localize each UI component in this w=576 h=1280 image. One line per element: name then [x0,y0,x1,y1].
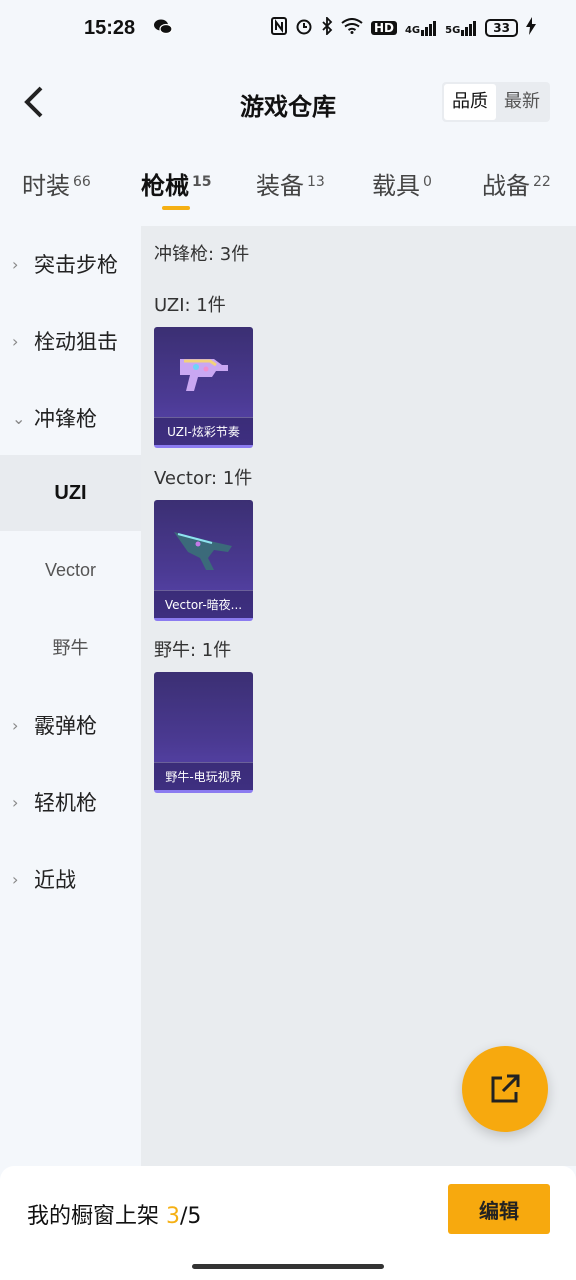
chevron-left-icon [24,86,43,118]
tab-vehicles[interactable]: 载具 0 [372,166,432,201]
item-card-uzi[interactable]: UZI-炫彩节奏 [154,327,253,448]
chevron-right-icon: › [12,331,19,351]
section-title: 冲锋枪: 3件 [154,244,250,265]
uzi-skin-image [180,359,228,391]
4g-signal-icon: 4G [405,20,437,36]
item-name: UZI-炫彩节奏 [154,417,253,445]
bluetooth-icon [321,15,333,39]
battery-icon: 33 [485,19,518,37]
wechat-icon [153,18,173,39]
alarm-icon [295,17,313,39]
sidebar-item-shotgun[interactable]: › 霰弹枪 [12,687,97,763]
sort-switch: 品质 最新 [442,82,550,122]
tab-firearms[interactable]: 枪械 15 [141,166,211,201]
tab-count: 13 [307,174,325,190]
charging-icon [526,17,536,39]
tab-fashion[interactable]: 时装 66 [22,166,91,201]
chevron-down-icon: ⌄ [12,408,26,428]
weapon-category-sidebar: › 突击步枪 › 栓动狙击 ⌄ 冲锋枪 UZI Vector 野牛 › 霰弹枪 › 轻机枪… [0,226,141,1166]
page-title: 游戏仓库 [240,92,336,121]
sidebar-item-smg[interactable]: ⌄ 冲锋枪 [12,380,97,456]
wifi-icon [341,18,363,38]
chevron-right-icon: › [12,254,19,274]
5g-signal-icon: 5G [445,20,477,36]
chevron-right-icon: › [12,715,19,735]
nfc-icon [270,17,287,39]
sidebar-item-bolt-sniper[interactable]: › 栓动狙击 [12,303,118,379]
status-time: 15:28 [84,16,136,39]
item-name: Vector-暗夜... [154,590,253,618]
tab-count: 22 [533,174,551,190]
item-grid: 冲锋枪: 3件 UZI: 1件 UZI-炫彩节奏 Vector: 1件 Vect… [141,226,576,1166]
sidebar-item-melee[interactable]: › 近战 [12,841,76,917]
bottom-bar: 我的橱窗上架 3/5 编辑 [0,1166,576,1280]
app-header: 游戏仓库 品质 最新 [0,56,576,152]
tab-supplies[interactable]: 战备 22 [482,166,551,201]
edit-button[interactable]: 编辑 [448,1184,550,1234]
item-card-bison[interactable]: 野牛-电玩视界 [154,672,253,793]
status-bar: 15:28 HD 4G 5G 33 [0,0,576,56]
tab-count: 66 [73,174,91,190]
item-card-vector[interactable]: Vector-暗夜... [154,500,253,621]
group-label-vector: Vector: 1件 [154,468,253,489]
active-tab-indicator [162,206,190,210]
sort-option-latest[interactable]: 最新 [496,84,548,120]
share-button[interactable] [462,1046,548,1132]
home-indicator[interactable] [192,1264,384,1269]
item-name: 野牛-电玩视界 [154,762,253,790]
chevron-right-icon: › [12,792,19,812]
showcase-status: 我的橱窗上架 3/5 [27,1204,202,1229]
tab-count: 15 [192,174,212,190]
group-label-uzi: UZI: 1件 [154,295,226,316]
group-label-bison: 野牛: 1件 [154,640,232,661]
sidebar-item-assault-rifle[interactable]: › 突击步枪 [12,226,118,302]
category-tabs: 时装 66 枪械 15 装备 13 载具 0 战备 22 [0,152,576,224]
hd-icon: HD [370,21,397,35]
tab-count: 0 [423,174,432,190]
sort-option-quality[interactable]: 品质 [444,84,496,120]
status-icons: HD 4G 5G 33 [270,15,536,39]
sidebar-subitem-bison[interactable]: 野牛 [0,609,141,685]
tab-equipment[interactable]: 装备 13 [256,166,325,201]
back-button[interactable] [14,80,54,124]
sidebar-subitem-uzi[interactable]: UZI [0,455,141,531]
vector-skin-image [174,532,232,570]
sidebar-subitem-vector[interactable]: Vector [0,532,141,608]
chevron-right-icon: › [12,869,19,889]
external-link-icon [491,1074,520,1103]
sidebar-item-lmg[interactable]: › 轻机枪 [12,764,97,840]
